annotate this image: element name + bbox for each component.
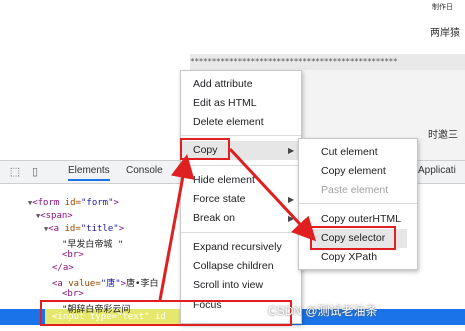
dom-node-a-title[interactable]: ▼<a id="title"> [44, 224, 124, 234]
submenu-item-copy-element[interactable]: Copy element [321, 162, 386, 181]
page-text-top-right: 制作日 [432, 4, 453, 11]
menu-item-hide-element[interactable]: Hide element [193, 171, 255, 190]
menu-item-delete-element[interactable]: Delete element [193, 113, 264, 132]
menu-item-force-state[interactable]: Force state [193, 190, 246, 209]
menu-separator [181, 165, 301, 166]
submenu-item-paste-element: Paste element [321, 184, 389, 196]
menu-separator [299, 203, 417, 204]
dom-text-title[interactable]: "早发白帝城 " [62, 237, 123, 250]
annotation-box-copy-selector [310, 226, 396, 250]
chevron-right-icon: ▶ [288, 195, 295, 204]
tab-application[interactable]: Applicati [418, 165, 456, 176]
menu-item-collapse-children[interactable]: Collapse children [193, 257, 274, 276]
chevron-right-icon: ▶ [288, 146, 295, 155]
dom-node-br[interactable]: <br> [62, 289, 84, 299]
element-context-menu: Add attribute Edit as HTML Delete elemen… [180, 70, 302, 324]
dom-node-a-close[interactable]: </a> [52, 263, 74, 273]
dom-node-br[interactable]: <br> [62, 250, 84, 260]
tab-elements[interactable]: Elements [68, 165, 110, 181]
copy-submenu: Cut element Copy element Paste element C… [298, 138, 418, 270]
menu-item-add-attribute[interactable]: Add attribute [193, 75, 253, 94]
annotation-box-copy [180, 138, 230, 160]
menu-item-edit-as-html[interactable]: Edit as HTML [193, 94, 257, 113]
menu-item-scroll-into-view[interactable]: Scroll into view [193, 276, 263, 295]
tab-console[interactable]: Console [126, 165, 163, 176]
page-text-line2: 时邀三 [428, 130, 458, 141]
menu-separator [181, 135, 301, 136]
menu-item-break-on[interactable]: Break on [193, 209, 235, 228]
annotation-box-input-row [40, 300, 292, 326]
dom-node-a-value[interactable]: <a value="唐">唐•李白 [52, 276, 158, 289]
menu-separator [181, 232, 301, 233]
device-toolbar-icon[interactable]: ▯ [28, 165, 42, 179]
watermark: CSDN @测试老油条 [268, 304, 378, 318]
dom-node-span[interactable]: ▼<span> [36, 211, 73, 221]
inspect-element-icon[interactable]: ⬚ [8, 165, 22, 179]
submenu-item-cut-element[interactable]: Cut element [321, 143, 378, 162]
page-text-line1: 两岸猿 [430, 28, 460, 39]
menu-item-expand-recursively[interactable]: Expand recursively [193, 238, 282, 257]
dom-node-form[interactable]: ▼<form id="form"> [28, 198, 119, 208]
page-stars-divider: ****************************************… [190, 54, 465, 70]
chevron-right-icon: ▶ [288, 214, 295, 223]
submenu-item-copy-xpath[interactable]: Copy XPath [321, 248, 377, 267]
